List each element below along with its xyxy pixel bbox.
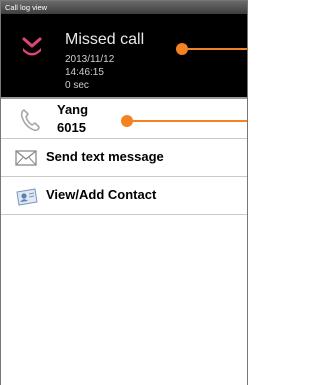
call-status: Missed call (65, 31, 145, 48)
call-details: 2013/11/12 14:46:15 0 sec (65, 53, 114, 92)
view-add-contact-button[interactable]: View/Add Contact (1, 177, 247, 215)
call-duration: 0 sec (65, 80, 89, 91)
call-time: 14:46:15 (65, 67, 104, 78)
envelope-icon (15, 150, 37, 166)
send-text-message-label: Send text message (46, 149, 164, 164)
contact-number: 6015 (57, 120, 86, 135)
window-title-bar: Call log view (1, 1, 247, 14)
callout-marker-contact (121, 115, 247, 127)
call-date: 2013/11/12 (65, 54, 115, 65)
call-log-screen: Call log view Missed call 2013/11/12 14:… (0, 0, 248, 385)
phone-icon (20, 109, 40, 132)
send-text-message-button[interactable]: Send text message (1, 139, 247, 177)
window-title: Call log view (5, 3, 48, 12)
callout-marker-call-info (176, 43, 247, 55)
contact-card-icon (16, 188, 38, 206)
call-header: Missed call 2013/11/12 14:46:15 0 sec (1, 14, 247, 97)
contact-name: Yang (57, 102, 89, 117)
missed-call-icon (22, 37, 42, 56)
view-add-contact-label: View/Add Contact (46, 187, 157, 202)
